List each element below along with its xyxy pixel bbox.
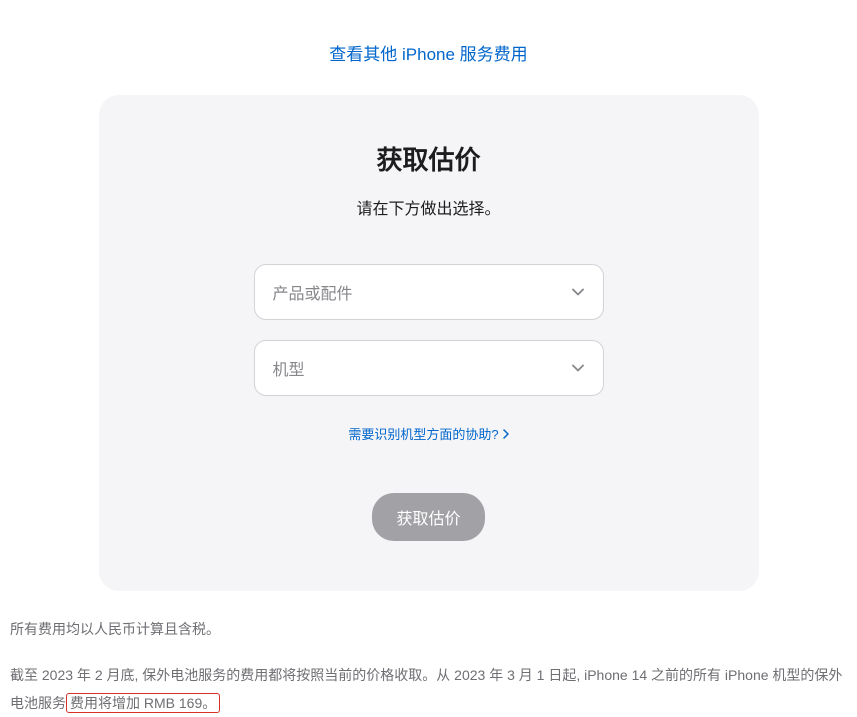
model-select[interactable]: 机型 xyxy=(254,340,604,396)
help-link-label: 需要识别机型方面的协助? xyxy=(348,424,498,443)
footer-note-highlight: 费用将增加 RMB 169。 xyxy=(66,693,220,713)
chevron-down-icon xyxy=(571,361,585,375)
get-estimate-button[interactable]: 获取估价 xyxy=(372,493,484,541)
product-select[interactable]: 产品或配件 xyxy=(254,264,604,320)
footer-price-note: 截至 2023 年 2 月底, 保外电池服务的费用都将按照当前的价格收取。从 2… xyxy=(0,643,857,717)
model-select-placeholder: 机型 xyxy=(273,356,305,380)
card-subtitle: 请在下方做出选择。 xyxy=(139,195,719,219)
chevron-down-icon xyxy=(571,285,585,299)
estimate-card: 获取估价 请在下方做出选择。 产品或配件 机型 需要识别机型方面的协助? 获取估… xyxy=(99,95,759,591)
identify-model-help-link[interactable]: 需要识别机型方面的协助? xyxy=(348,424,508,443)
footer-tax-note: 所有费用均以人民币计算且含税。 xyxy=(0,591,857,643)
other-services-link[interactable]: 查看其他 iPhone 服务费用 xyxy=(329,45,527,64)
chevron-right-icon xyxy=(503,429,509,439)
card-title: 获取估价 xyxy=(139,140,719,177)
product-select-placeholder: 产品或配件 xyxy=(273,280,353,304)
